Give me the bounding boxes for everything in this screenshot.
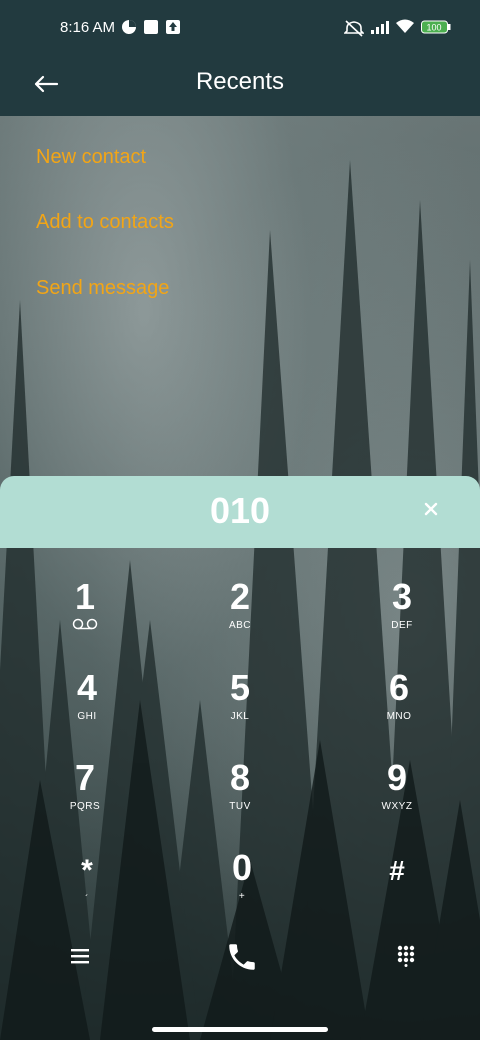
status-time: 8:16 AM xyxy=(60,19,116,36)
key-digit: 6 xyxy=(388,667,410,708)
home-indicator[interactable] xyxy=(152,1027,328,1032)
key-letters: + xyxy=(238,891,246,902)
key-letters: TUV xyxy=(229,801,251,812)
upload-icon xyxy=(165,19,181,35)
page-title: Recents xyxy=(195,68,285,95)
key-letters: PQRS xyxy=(69,801,101,812)
key-digit: 9 xyxy=(386,757,408,798)
key-9[interactable]: 9 WXYZ xyxy=(337,759,457,839)
key-hash[interactable]: # xyxy=(337,852,457,932)
key-digit: 0 xyxy=(231,847,253,888)
menu-icon xyxy=(71,949,89,964)
data-saver-icon xyxy=(121,19,137,35)
battery-icon: 100 xyxy=(421,19,451,35)
key-letters: ABC xyxy=(228,620,252,631)
key-4[interactable]: 4 GHI xyxy=(27,669,147,749)
send-message-link[interactable]: Send message xyxy=(36,277,169,300)
key-3[interactable]: 3 DEF xyxy=(342,578,462,658)
key-digit: 3 xyxy=(391,576,413,617)
key-0[interactable]: 0 + xyxy=(182,849,302,929)
signal-icon xyxy=(370,19,390,35)
key-digit: * xyxy=(81,854,93,887)
status-bar: 8:16 AM 100 xyxy=(0,0,480,56)
mute-icon xyxy=(344,19,364,37)
clear-button[interactable] xyxy=(420,498,442,520)
key-letters: MNO xyxy=(386,711,412,722)
key-star[interactable]: * ´ xyxy=(27,852,147,932)
voicemail-icon xyxy=(25,618,145,633)
key-digit: 1 xyxy=(74,576,96,617)
menu-button[interactable] xyxy=(62,938,98,974)
wifi-icon xyxy=(395,19,415,35)
key-letters: DEF xyxy=(391,620,413,631)
key-letters: ´ xyxy=(85,894,89,905)
key-letters: GHI xyxy=(77,711,97,722)
phone-call-icon xyxy=(229,944,255,970)
new-contact-link[interactable]: New contact xyxy=(36,146,146,169)
key-digit: 2 xyxy=(229,576,251,617)
add-to-contacts-link[interactable]: Add to contacts xyxy=(36,211,174,234)
close-icon xyxy=(424,502,438,516)
battery-level: 100 xyxy=(426,23,441,33)
call-button[interactable] xyxy=(220,935,264,979)
key-6[interactable]: 6 MNO xyxy=(339,669,459,749)
key-1[interactable]: 1 xyxy=(25,578,145,658)
dialed-number[interactable]: 010 xyxy=(0,490,480,532)
key-digit: 7 xyxy=(74,757,96,798)
dialpad-button[interactable] xyxy=(388,938,424,974)
key-5[interactable]: 5 JKL xyxy=(180,669,300,749)
key-letters: WXYZ xyxy=(381,801,413,812)
key-2[interactable]: 2 ABC xyxy=(180,578,300,658)
key-letters: JKL xyxy=(230,711,250,722)
key-digit: # xyxy=(389,855,405,886)
key-7[interactable]: 7 PQRS xyxy=(25,759,145,839)
square-icon xyxy=(143,19,159,35)
dialpad-icon xyxy=(397,945,415,967)
key-digit: 8 xyxy=(229,757,251,798)
key-8[interactable]: 8 TUV xyxy=(180,759,300,839)
dialed-number-panel: 010 xyxy=(0,476,480,548)
app-bar: Recents xyxy=(0,56,480,116)
key-digit: 4 xyxy=(76,667,98,708)
key-digit: 5 xyxy=(229,667,251,708)
